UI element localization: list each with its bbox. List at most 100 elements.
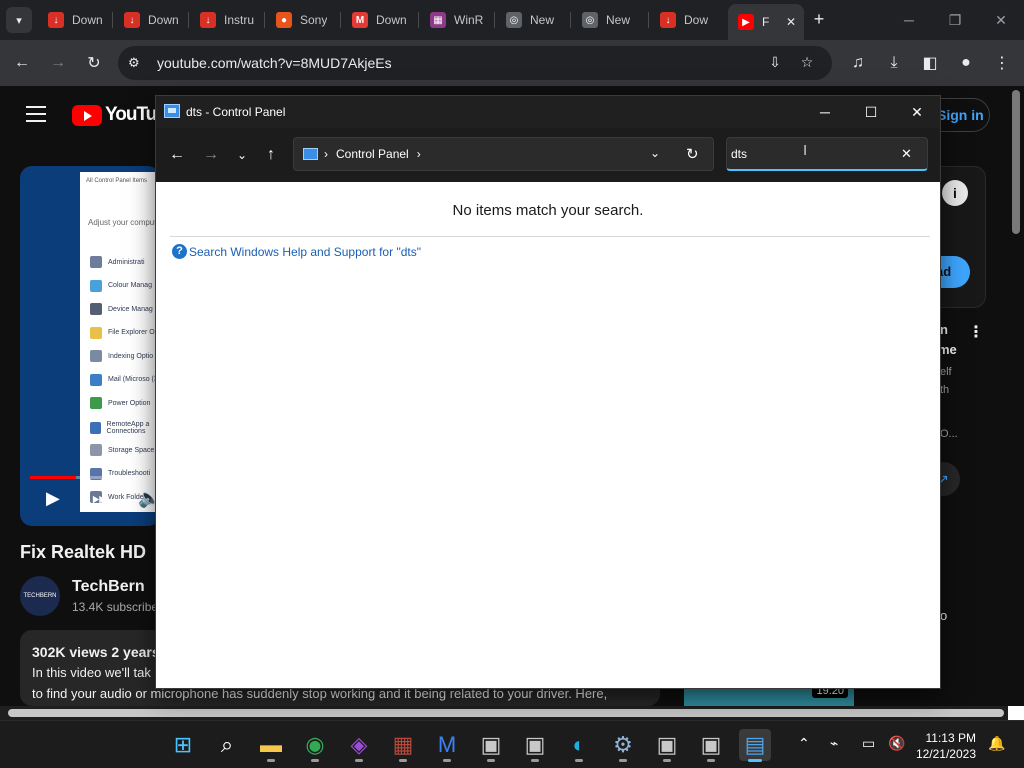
running-indicator <box>267 759 275 762</box>
page-vertical-scrollbar[interactable] <box>1012 90 1020 234</box>
subscriber-count: 13.4K subscribe <box>72 600 159 614</box>
install-app-icon[interactable]: ⇩ <box>766 54 784 72</box>
taskbar-edge[interactable]: ◐ <box>563 729 595 762</box>
address-bar[interactable]: › Control Panel › ⌄ ↻ <box>293 137 714 171</box>
clear-search-icon[interactable]: ✕ <box>901 146 912 162</box>
tab-separator <box>188 12 189 28</box>
recommendation-meta: th <box>940 384 950 396</box>
help-search-link-text[interactable]: Search Windows Help and Support for "dts… <box>189 245 421 259</box>
text-cursor-icon: I <box>803 142 808 159</box>
video-progress-bar[interactable] <box>30 476 160 479</box>
play-icon[interactable]: ▶ <box>46 488 60 509</box>
channel-avatar[interactable]: TECHBERN <box>20 576 60 616</box>
refresh-icon[interactable]: ↻ <box>686 145 699 163</box>
taskbar-app-m[interactable]: M <box>431 729 463 762</box>
address-dropdown-chevron-icon[interactable]: ⌄ <box>650 146 660 160</box>
browser-tab[interactable]: ▦ WinR <box>420 6 496 34</box>
search-input[interactable] <box>731 144 891 164</box>
address-url[interactable]: youtube.com/watch?v=8MUD7AkjeEs <box>157 55 392 71</box>
next-icon[interactable]: ⏭ <box>92 488 108 509</box>
tab-close-icon[interactable]: ✕ <box>786 15 796 29</box>
taskbar-settings[interactable]: ⚙ <box>607 729 639 762</box>
tab-search-chevron-icon[interactable]: ▾ <box>6 7 32 33</box>
browser-minimize-icon[interactable]: ─ <box>886 0 932 40</box>
taskbar-search[interactable]: ⌕ <box>211 729 243 761</box>
forward-arrow-icon[interactable]: → <box>198 142 224 168</box>
video-frame-item-label: Indexing Optio <box>108 352 154 360</box>
site-settings-icon[interactable]: ⚙ <box>128 55 144 71</box>
new-tab-plus-icon[interactable]: + <box>808 8 830 30</box>
tab-favicon-icon: ◎ <box>582 12 598 28</box>
search-box[interactable]: I ✕ <box>726 137 928 171</box>
info-icon[interactable]: i <box>942 180 968 206</box>
minimize-icon[interactable]: ─ <box>802 96 848 128</box>
breadcrumb-separator-icon[interactable]: › <box>324 147 328 161</box>
show-hidden-icons-chevron-icon[interactable]: ⌃ <box>798 735 810 752</box>
media-controls-icon[interactable]: ♫ <box>845 50 871 76</box>
taskbar-app-mask[interactable]: ◈ <box>343 729 375 762</box>
browser-tab[interactable]: ● Sony <box>266 6 342 34</box>
browser-tab[interactable]: ▶ F ✕ <box>728 4 804 40</box>
app-box-3-icon: ▣ <box>656 732 678 757</box>
taskbar-app-box-1[interactable]: ▣ <box>475 729 507 762</box>
browser-tab[interactable]: ◎ New <box>572 6 648 34</box>
bookmark-star-icon[interactable]: ☆ <box>798 54 816 72</box>
browser-restore-icon[interactable]: ❐ <box>932 0 978 40</box>
more-options-icon[interactable]: ⋮ <box>968 322 984 342</box>
close-icon[interactable]: ✕ <box>894 96 940 128</box>
browser-tab[interactable]: ↓ Dow <box>650 6 726 34</box>
browser-menu-icon[interactable]: ⋮ <box>989 50 1015 76</box>
divider <box>170 236 930 237</box>
profile-icon[interactable]: ● <box>953 50 979 76</box>
browser-tab[interactable]: ↓ Instru <box>190 6 266 34</box>
reload-icon[interactable]: ↻ <box>81 50 107 76</box>
downloads-icon[interactable]: ⤓ <box>881 50 907 76</box>
taskbar-control-panel[interactable]: ▤ <box>739 729 771 762</box>
notifications-bell-icon[interactable]: 🔔 <box>988 735 1005 752</box>
window-title-bar[interactable]: dts - Control Panel ─ ☐ ✕ <box>156 96 940 128</box>
page-horizontal-scrollbar[interactable] <box>0 706 1024 720</box>
volume-muted-icon[interactable]: 🔇 <box>888 735 905 752</box>
forward-arrow-icon[interactable]: → <box>45 50 71 76</box>
recommendation-title: o <box>940 608 948 623</box>
taskbar-chrome[interactable]: ◉ <box>299 729 331 762</box>
scrollbar-thumb[interactable] <box>8 709 1004 717</box>
breadcrumb-control-panel[interactable]: Control Panel <box>336 147 409 161</box>
tab-separator <box>340 12 341 28</box>
taskbar-winrar[interactable]: ▦ <box>387 729 419 762</box>
help-search-link[interactable]: ? Search Windows Help and Support for "d… <box>172 244 421 259</box>
tab-title: Down <box>148 13 179 27</box>
display-icon[interactable]: ▭ <box>862 735 875 752</box>
tab-separator <box>570 12 571 28</box>
back-arrow-icon[interactable]: ← <box>9 50 35 76</box>
scrollbar-corner <box>1008 706 1024 720</box>
browser-tab[interactable]: ↓ Down <box>38 6 114 34</box>
navigation-bar: ← → ⌄ ↑ › Control Panel › ⌄ ↻ I ✕ <box>156 128 940 182</box>
recent-locations-chevron-icon[interactable]: ⌄ <box>229 142 255 168</box>
browser-tab[interactable]: ↓ Down <box>114 6 190 34</box>
browser-close-icon[interactable]: ✕ <box>978 0 1024 40</box>
running-indicator <box>531 759 539 762</box>
browser-tab[interactable]: ◎ New <box>496 6 572 34</box>
back-arrow-icon[interactable]: ← <box>164 142 190 168</box>
taskbar-start-button[interactable]: ⊞ <box>167 729 199 761</box>
network-status-icon[interactable]: ⌁ <box>830 735 838 752</box>
taskbar-app-box-2[interactable]: ▣ <box>519 729 551 762</box>
address-bar[interactable]: ⚙ youtube.com/watch?v=8MUD7AkjeEs ⇩ ☆ <box>118 46 832 80</box>
taskbar-file-explorer[interactable]: ▬ <box>255 729 287 762</box>
video-player[interactable]: All Control Panel Items Adjust your comp… <box>20 166 160 526</box>
up-arrow-icon[interactable]: ↑ <box>258 142 284 168</box>
channel-name[interactable]: TechBern <box>72 578 145 596</box>
maximize-icon[interactable]: ☐ <box>848 96 894 128</box>
control-panel-item-icon <box>90 350 102 362</box>
taskbar-app-box-3[interactable]: ▣ <box>651 729 683 762</box>
taskbar-app-box-4[interactable]: ▣ <box>695 729 727 762</box>
edge-icon: ◐ <box>572 732 586 757</box>
youtube-menu-icon[interactable] <box>26 106 46 122</box>
side-panel-icon[interactable]: ◧ <box>917 50 943 76</box>
breadcrumb-separator-icon[interactable]: › <box>417 147 421 161</box>
control-panel-item-icon <box>90 373 102 386</box>
taskbar-clock[interactable]: 11:13 PM 12/21/2023 <box>914 730 976 762</box>
browser-tab[interactable]: M Down <box>342 6 418 34</box>
control-panel-item-icon <box>90 326 102 339</box>
